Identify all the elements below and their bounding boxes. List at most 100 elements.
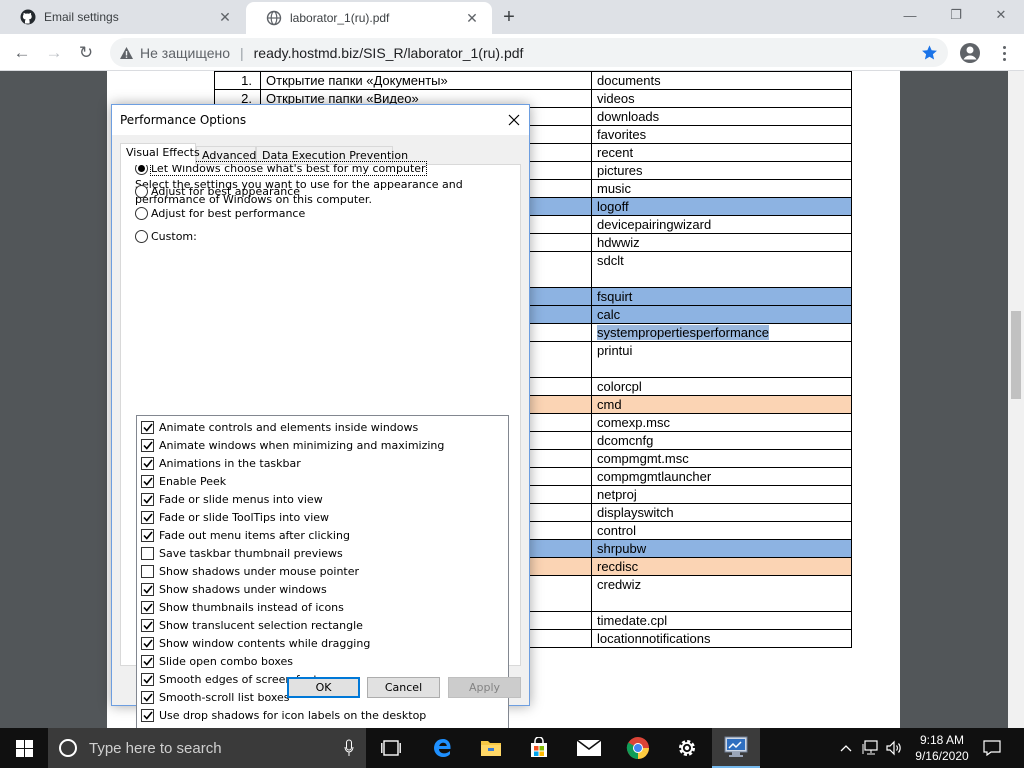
new-tab-button[interactable]: + — [498, 6, 520, 28]
pdf-scrollbar[interactable] — [1008, 71, 1024, 728]
close-tab-icon[interactable]: ✕ — [215, 7, 235, 27]
table-cell-cmd: shrpubw — [591, 539, 852, 558]
checkmark-icon[interactable] — [141, 636, 154, 650]
tab-laborator-pdf[interactable]: laborator_1(ru).pdf ✕ — [246, 2, 492, 34]
address-bar[interactable]: Не защищено | ready.hostmd.biz/SIS_R/lab… — [110, 38, 948, 67]
bookmark-star-icon[interactable] — [921, 44, 938, 61]
close-window-icon[interactable]: ✕ — [978, 0, 1024, 30]
radio-label[interactable]: Adjust for best performance — [151, 207, 305, 220]
table-cell-cmd: dcomcnfg — [591, 431, 852, 450]
checkmark-icon[interactable] — [141, 492, 154, 506]
tab-title: Email settings — [44, 10, 119, 24]
table-cell-cmd: compmgmtlauncher — [591, 467, 852, 486]
performance-options-icon[interactable] — [712, 728, 760, 768]
settings-icon[interactable] — [663, 728, 711, 768]
file-explorer-icon[interactable] — [467, 728, 515, 768]
scrollbar-thumb[interactable] — [1011, 311, 1021, 399]
mail-icon[interactable] — [565, 728, 613, 768]
apply-button[interactable]: Apply — [448, 677, 521, 698]
checkmark-icon[interactable] — [141, 420, 154, 434]
task-view-icon[interactable] — [367, 728, 415, 768]
checkmark-icon[interactable] — [141, 438, 154, 452]
checkbox[interactable] — [141, 546, 154, 560]
performance-options-dialog: Performance Options Visual Effects Advan… — [111, 104, 530, 753]
store-icon[interactable] — [515, 728, 563, 768]
effect-checkbox-item[interactable]: Slide open combo boxes — [141, 652, 293, 670]
radio-label[interactable]: Adjust for best appearance — [151, 185, 300, 198]
effect-checkbox-item[interactable]: Show shadows under windows — [141, 580, 327, 598]
checkbox[interactable] — [141, 564, 154, 578]
effect-label: Animate controls and elements inside win… — [159, 420, 419, 434]
url-text[interactable]: ready.hostmd.biz/SIS_R/laborator_1(ru).p… — [254, 45, 524, 61]
effect-checkbox-item[interactable]: Show window contents while dragging — [141, 634, 370, 652]
effect-checkbox-item[interactable]: Fade out menu items after clicking — [141, 526, 350, 544]
table-row: 1. Открытие папки «Документы» documents — [214, 71, 852, 90]
table-cell-desc: Открытие папки «Документы» — [260, 71, 592, 90]
effect-checkbox-item[interactable]: Animate controls and elements inside win… — [141, 418, 418, 436]
effect-checkbox-item[interactable]: Fade or slide menus into view — [141, 490, 323, 508]
warning-icon[interactable] — [118, 45, 134, 61]
effect-checkbox-item[interactable]: Smooth-scroll list boxes — [141, 688, 290, 706]
checkmark-icon[interactable] — [141, 582, 154, 596]
checkmark-icon[interactable] — [141, 600, 154, 614]
security-label[interactable]: Не защищено — [140, 45, 230, 61]
chrome-icon[interactable] — [614, 728, 662, 768]
checkmark-icon[interactable] — [141, 456, 154, 470]
effect-checkbox-item[interactable]: Use drop shadows for icon labels on the … — [141, 706, 426, 724]
checkmark-icon[interactable] — [141, 672, 154, 686]
effect-checkbox-item[interactable]: Save taskbar thumbnail previews — [141, 544, 343, 562]
cancel-button[interactable]: Cancel — [367, 677, 440, 698]
notifications-icon[interactable] — [980, 728, 1004, 768]
effects-checklist[interactable]: Animate controls and elements inside win… — [136, 415, 509, 753]
effect-checkbox-item[interactable]: Show shadows under mouse pointer — [141, 562, 359, 580]
effect-checkbox-item[interactable]: Show translucent selection rectangle — [141, 616, 363, 634]
checkmark-icon[interactable] — [141, 690, 154, 704]
checkmark-icon[interactable] — [141, 474, 154, 488]
effect-checkbox-item[interactable]: Animate windows when minimizing and maxi… — [141, 436, 444, 454]
table-cell-cmd: comexp.msc — [591, 413, 852, 432]
browser-menu-icon[interactable] — [994, 42, 1014, 64]
effect-checkbox-item[interactable]: Fade or slide ToolTips into view — [141, 508, 329, 526]
back-icon[interactable]: ← — [8, 39, 36, 67]
radio-option[interactable]: Adjust for best appearance — [135, 185, 300, 198]
close-tab-icon[interactable]: ✕ — [462, 8, 482, 28]
checkmark-icon[interactable] — [141, 708, 154, 722]
edge-icon[interactable] — [419, 728, 467, 768]
radio-option[interactable]: Custom: — [135, 230, 197, 243]
checkmark-icon[interactable] — [141, 510, 154, 524]
effect-checkbox-item[interactable]: Animations in the taskbar — [141, 454, 301, 472]
system-clock[interactable]: 9:18 AM 9/16/2020 — [904, 732, 980, 764]
effect-label: Fade or slide ToolTips into view — [159, 510, 330, 524]
tab-visual-effects[interactable]: Visual Effects — [120, 143, 200, 165]
checkmark-icon[interactable] — [141, 654, 154, 668]
radio-button[interactable] — [135, 230, 148, 243]
selected-text[interactable]: systempropertiesperformance — [597, 325, 769, 340]
windows-start-icon[interactable] — [0, 728, 48, 768]
reload-icon[interactable]: ↻ — [72, 39, 100, 67]
network-icon[interactable] — [860, 728, 882, 768]
forward-icon[interactable]: → — [40, 39, 68, 67]
effect-checkbox-item[interactable]: Enable Peek — [141, 472, 226, 490]
radio-button[interactable] — [135, 207, 148, 220]
volume-icon[interactable] — [884, 728, 904, 768]
radio-label[interactable]: Custom: — [151, 230, 197, 243]
dialog-titlebar[interactable]: Performance Options — [112, 105, 529, 135]
tab-email-settings[interactable]: Email settings ✕ — [0, 0, 245, 34]
checkmark-icon[interactable] — [141, 618, 154, 632]
effect-label: Fade out menu items after clicking — [159, 528, 350, 542]
taskbar-search-box[interactable]: Type here to search — [48, 728, 366, 768]
radio-button[interactable] — [135, 185, 148, 198]
effect-label: Save taskbar thumbnail previews — [159, 546, 343, 560]
microphone-icon[interactable] — [344, 739, 354, 757]
minimize-icon[interactable]: — — [887, 0, 933, 30]
profile-avatar-icon[interactable] — [958, 41, 982, 65]
checkmark-icon[interactable] — [141, 528, 154, 542]
effect-checkbox-item[interactable]: Show thumbnails instead of icons — [141, 598, 344, 616]
table-cell-cmd: compmgmt.msc — [591, 449, 852, 468]
show-hidden-icons-icon[interactable] — [836, 728, 856, 768]
ok-button[interactable]: OK — [287, 677, 360, 698]
table-cell-cmd: cmd — [591, 395, 852, 414]
close-icon[interactable] — [503, 109, 525, 131]
radio-option[interactable]: Adjust for best performance — [135, 207, 305, 220]
restore-icon[interactable]: ❐ — [933, 0, 979, 30]
